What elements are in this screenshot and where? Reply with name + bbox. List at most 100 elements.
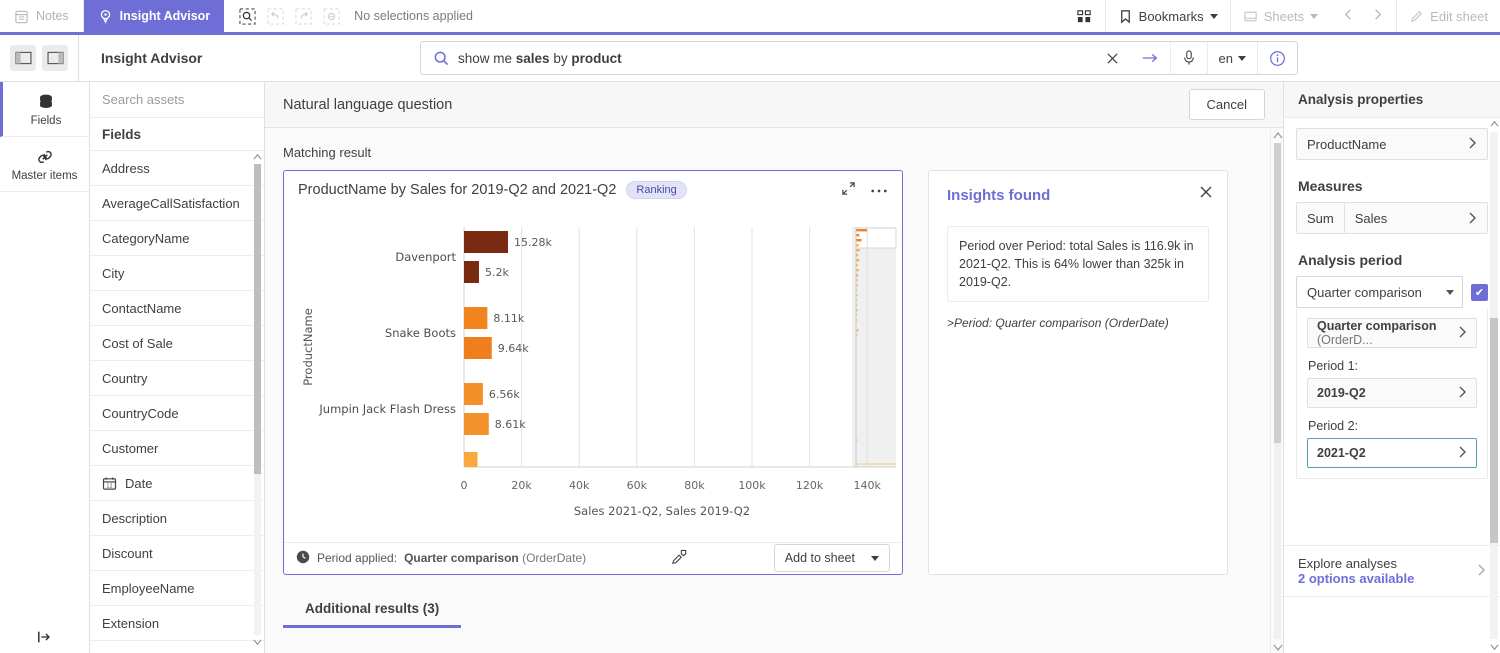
nlq-header-title: Natural language question bbox=[283, 96, 453, 113]
bar-value-label: 15.28k bbox=[514, 236, 552, 249]
bar[interactable] bbox=[464, 230, 509, 253]
chevron-right-icon bbox=[1477, 564, 1486, 579]
asset-field-row[interactable]: Country bbox=[90, 361, 264, 396]
clear-search-button[interactable] bbox=[1095, 42, 1130, 74]
asset-field-row[interactable]: CategoryName bbox=[90, 221, 264, 256]
edit-analysis-icon[interactable] bbox=[670, 549, 689, 567]
tab-insight-advisor[interactable]: Insight Advisor bbox=[83, 0, 225, 32]
asset-field-row[interactable]: AverageCallSatisfaction bbox=[90, 186, 264, 221]
close-insights-icon[interactable] bbox=[1199, 185, 1213, 204]
scroll-up-arrow-icon[interactable] bbox=[1488, 118, 1500, 130]
period-definition-field[interactable]: Quarter comparison (OrderD... bbox=[1307, 318, 1477, 348]
prev-sheet-icon[interactable] bbox=[1342, 8, 1355, 24]
cancel-button[interactable]: Cancel bbox=[1188, 89, 1265, 120]
search-assets-input[interactable]: Search assets bbox=[90, 82, 264, 118]
nlq-search-bar[interactable]: show me sales by product en bbox=[420, 41, 1298, 75]
main-scrollbar[interactable] bbox=[1270, 129, 1283, 653]
asset-field-row[interactable]: Description bbox=[90, 501, 264, 536]
explore-analyses-button[interactable]: Explore analyses 2 options available bbox=[1284, 545, 1500, 597]
step-back-icon[interactable] bbox=[262, 3, 288, 29]
bar[interactable] bbox=[464, 336, 492, 359]
bar[interactable] bbox=[464, 412, 489, 435]
period2-field[interactable]: 2021-Q2 bbox=[1307, 438, 1477, 468]
sheets-button[interactable]: Sheets bbox=[1229, 0, 1330, 32]
toggle-right-panel-button[interactable] bbox=[42, 45, 68, 71]
next-sheet-icon[interactable] bbox=[1371, 8, 1384, 24]
asset-field-label: Date bbox=[125, 475, 153, 491]
asset-field-label: Extension bbox=[102, 615, 160, 631]
info-button[interactable] bbox=[1257, 42, 1297, 74]
bar[interactable] bbox=[464, 451, 478, 467]
toggle-left-panel-button[interactable] bbox=[10, 45, 36, 71]
bookmarks-button[interactable]: Bookmarks bbox=[1104, 0, 1230, 32]
asset-field-row[interactable]: Customer bbox=[90, 431, 264, 466]
bar[interactable] bbox=[464, 260, 479, 283]
top-toolbar: Notes Insight Advisor No selections appl… bbox=[0, 0, 1500, 35]
asset-field-row[interactable]: City bbox=[90, 256, 264, 291]
right-panel-scrollbar[interactable] bbox=[1488, 118, 1500, 653]
asset-field-label: ContactName bbox=[102, 300, 182, 316]
bar[interactable] bbox=[464, 306, 488, 329]
dimension-label: ProductName bbox=[1307, 136, 1387, 152]
insight-text: Period over Period: total Sales is 116.9… bbox=[947, 226, 1209, 303]
chart-card[interactable]: ProductName by Sales for 2019-Q2 and 202… bbox=[283, 170, 903, 575]
dimension-field[interactable]: ProductName bbox=[1296, 128, 1488, 160]
asset-field-row[interactable]: ContactName bbox=[90, 291, 264, 326]
tab-insight-advisor-label: Insight Advisor bbox=[119, 9, 211, 23]
chevron-down-icon bbox=[1209, 13, 1218, 19]
asset-field-row[interactable]: Discount bbox=[90, 536, 264, 571]
bar-group[interactable]: 15.28k bbox=[464, 230, 552, 253]
asset-field-row[interactable]: 12 Date bbox=[90, 466, 264, 501]
tab-notes[interactable]: Notes bbox=[0, 0, 84, 32]
sidebar-item-fields-label: Fields bbox=[30, 114, 62, 127]
analysis-period-checkbox[interactable]: ✔ bbox=[1471, 283, 1488, 301]
asset-list-scrollbar[interactable] bbox=[253, 152, 262, 647]
voice-input-button[interactable] bbox=[1169, 42, 1207, 74]
info-icon bbox=[1270, 50, 1285, 66]
asset-field-row[interactable]: CountryCode bbox=[90, 396, 264, 431]
x-tick-label: 40k bbox=[569, 479, 590, 492]
period1-field[interactable]: 2019-Q2 bbox=[1307, 378, 1477, 408]
bar-group[interactable]: 5.2k bbox=[464, 260, 509, 283]
sheet-nav bbox=[1330, 0, 1396, 32]
scroll-down-arrow-icon[interactable] bbox=[1271, 641, 1283, 653]
sidebar-item-master-items[interactable]: Master items bbox=[0, 137, 89, 192]
selection-search-icon[interactable] bbox=[234, 3, 260, 29]
sidebar-item-fields[interactable]: Fields bbox=[0, 82, 89, 137]
app-grid-button[interactable] bbox=[1064, 0, 1105, 32]
chevron-right-icon bbox=[1468, 203, 1487, 233]
bar-chart[interactable]: 15.28k 5.2k 8.11k 9.64k 6.56k 8.61k Davenport S… bbox=[284, 209, 902, 542]
bar[interactable] bbox=[464, 382, 483, 405]
bar-group[interactable] bbox=[464, 451, 478, 467]
search-input[interactable]: show me sales by product bbox=[458, 51, 1095, 66]
insights-title: Insights found bbox=[947, 187, 1051, 204]
edit-sheet-button[interactable]: Edit sheet bbox=[1396, 0, 1500, 32]
top-right-controls: Bookmarks Sheets Edit sheet bbox=[1064, 0, 1500, 32]
measure-field[interactable]: Sum Sales bbox=[1296, 202, 1488, 234]
scroll-down-arrow-icon[interactable] bbox=[253, 637, 262, 647]
language-selector[interactable]: en bbox=[1206, 42, 1257, 74]
bar-group[interactable]: 9.64k bbox=[464, 336, 529, 359]
asset-field-row[interactable]: Extension bbox=[90, 606, 264, 641]
bar-group[interactable]: 8.11k bbox=[464, 306, 525, 329]
analysis-period-dropdown[interactable]: Quarter comparison bbox=[1296, 276, 1463, 308]
bar-group[interactable]: 8.61k bbox=[464, 412, 526, 435]
step-forward-icon[interactable] bbox=[290, 3, 316, 29]
asset-field-row[interactable]: Address bbox=[90, 151, 264, 186]
bar-group[interactable]: 6.56k bbox=[464, 382, 520, 405]
scroll-up-arrow-icon[interactable] bbox=[1271, 129, 1283, 141]
asset-field-row[interactable]: Cost of Sale bbox=[90, 326, 264, 361]
chart-more-options-icon[interactable] bbox=[870, 182, 888, 197]
period2-label: Period 2: bbox=[1308, 419, 1359, 433]
clear-selections-icon[interactable] bbox=[318, 3, 344, 29]
expand-chart-icon[interactable] bbox=[841, 181, 856, 199]
expand-panel-button[interactable] bbox=[0, 629, 89, 645]
tab-additional-results[interactable]: Additional results (3) bbox=[283, 593, 462, 628]
asset-field-row[interactable]: EmployeeName bbox=[90, 571, 264, 606]
chevron-right-icon bbox=[1468, 137, 1477, 152]
submit-search-button[interactable] bbox=[1130, 42, 1170, 74]
scroll-down-arrow-icon[interactable] bbox=[1488, 641, 1500, 653]
add-to-sheet-button[interactable]: Add to sheet bbox=[773, 544, 890, 573]
asset-field-label: Discount bbox=[102, 545, 153, 561]
scroll-up-arrow-icon[interactable] bbox=[253, 152, 262, 162]
